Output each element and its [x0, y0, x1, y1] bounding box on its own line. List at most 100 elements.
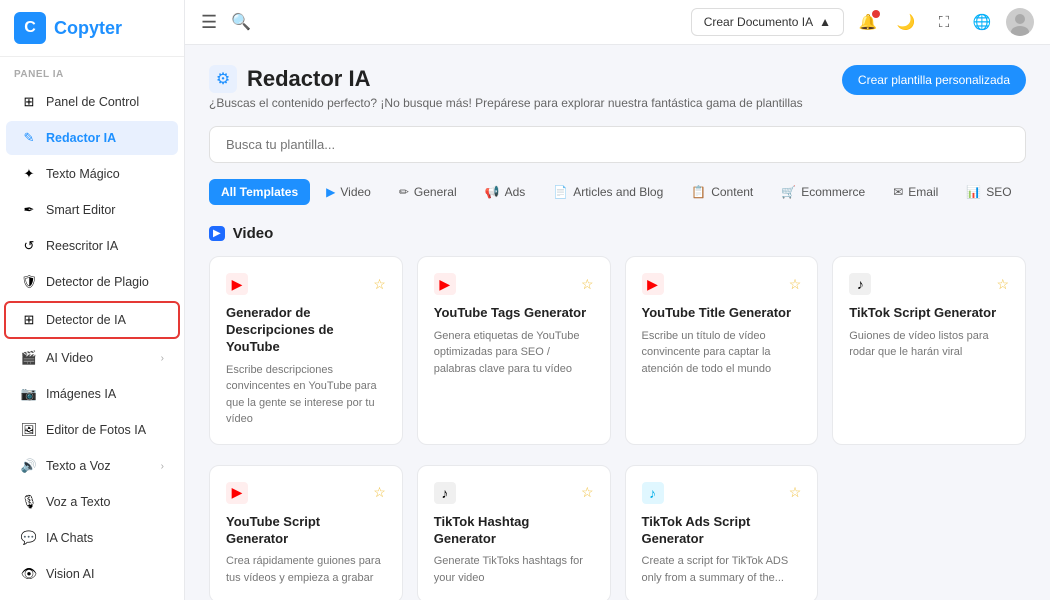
tab-label: Articles and Blog — [573, 185, 663, 199]
card-yt-script[interactable]: ▶ ☆ YouTube Script Generator Crea rápida… — [209, 465, 403, 600]
sound-icon: 🔊 — [20, 457, 38, 475]
search-icon[interactable]: 🔍 — [231, 12, 251, 32]
star-icon[interactable]: ☆ — [581, 276, 594, 293]
tiktok-ads-icon: ♪ — [642, 482, 664, 504]
chevron-right-icon: › — [161, 461, 164, 472]
create-doc-button[interactable]: Crear Documento IA ▲ — [691, 8, 844, 36]
seo-tab-icon: 📊 — [966, 185, 981, 199]
sidebar-label: Reescritor IA — [46, 239, 164, 253]
tab-ecommerce[interactable]: 🛒 Ecommerce — [769, 179, 877, 205]
content-area: ⚙ Redactor IA ¿Buscas el contenido perfe… — [185, 45, 1050, 600]
page-title: Redactor IA — [247, 66, 370, 92]
sidebar-label: Texto Mágico — [46, 167, 164, 181]
edit-icon: ✎ — [20, 129, 38, 147]
tiktok-icon: ♪ — [434, 482, 456, 504]
logo-icon: C — [14, 12, 46, 44]
sidebar-item-vision-ai[interactable]: 👁 Vision AI — [6, 557, 178, 591]
star-icon[interactable]: ☆ — [373, 276, 386, 293]
tab-articles[interactable]: 📄 Articles and Blog — [541, 179, 675, 205]
sidebar-item-texto-a-voz[interactable]: 🔊 Texto a Voz › — [6, 449, 178, 483]
tab-general[interactable]: ✏ General — [387, 179, 469, 205]
cards-row-2: ▶ ☆ YouTube Script Generator Crea rápida… — [209, 465, 1026, 600]
tab-all-templates[interactable]: All Templates — [209, 179, 310, 205]
template-search-input[interactable] — [209, 126, 1026, 163]
sidebar-item-voz-a-texto[interactable]: 🎙 Voz a Texto — [6, 485, 178, 519]
eye-icon: 👁 — [20, 565, 38, 583]
card-yt-tags[interactable]: ▶ ☆ YouTube Tags Generator Genera etique… — [417, 256, 611, 445]
sidebar-item-detector-plagio[interactable]: 🛡 Detector de Plagio — [6, 265, 178, 299]
tab-label: SEO — [986, 185, 1011, 199]
video-tab-icon: ▶ — [326, 185, 335, 199]
sidebar-item-reescritor-ia[interactable]: ↺ Reescritor IA — [6, 229, 178, 263]
create-template-button[interactable]: Crear plantilla personalizada — [842, 65, 1026, 95]
photo-icon: 🖼 — [20, 421, 38, 439]
tab-label: Ecommerce — [801, 185, 865, 199]
sidebar-item-texto-magico[interactable]: ✦ Texto Mágico — [6, 157, 178, 191]
sidebar-item-imagenes-ia[interactable]: 📷 Imágenes IA — [6, 377, 178, 411]
sidebar-label: Panel de Control — [46, 95, 164, 109]
sidebar-item-editor-fotos-ia[interactable]: 🖼 Editor de Fotos IA — [6, 413, 178, 447]
youtube-icon: ▶ — [226, 482, 248, 504]
card-yt-desc[interactable]: ▶ ☆ Generador de Descripciones de YouTub… — [209, 256, 403, 445]
shield-icon: 🛡 — [20, 273, 38, 291]
sidebar-label: Voz a Texto — [46, 495, 164, 509]
fullscreen-icon[interactable]: ⛶ — [930, 8, 958, 36]
sidebar-label: IA Chats — [46, 531, 164, 545]
card-yt-title[interactable]: ▶ ☆ YouTube Title Generator Escribe un t… — [625, 256, 819, 445]
card-title: YouTube Script Generator — [226, 514, 386, 548]
refresh-icon: ↺ — [20, 237, 38, 255]
sidebar-label: Detector de IA — [46, 313, 164, 327]
video-section-icon: ▶ — [209, 226, 225, 241]
sidebar-item-panel-control[interactable]: ⊞ Panel de Control — [6, 85, 178, 119]
card-tiktok-hashtag[interactable]: ♪ ☆ TikTok Hashtag Generator Generate Ti… — [417, 465, 611, 600]
sidebar-item-ia-chats[interactable]: 💬 IA Chats — [6, 521, 178, 555]
card-top: ▶ ☆ — [226, 482, 386, 504]
topbar-icons: 🔔 🌙 ⛶ 🌐 — [854, 8, 1034, 36]
sidebar-label: Redactor IA — [46, 131, 164, 145]
avatar[interactable] — [1006, 8, 1034, 36]
card-top: ▶ ☆ — [642, 273, 802, 295]
page-subtitle: ¿Buscas el contenido perfecto? ¡No busqu… — [209, 96, 803, 110]
article-tab-icon: 📄 — [553, 185, 568, 199]
topbar: ☰ 🔍 Crear Documento IA ▲ 🔔 🌙 ⛶ 🌐 — [185, 0, 1050, 45]
star-icon[interactable]: ☆ — [581, 484, 594, 501]
star-icon[interactable]: ☆ — [789, 484, 802, 501]
star-icon[interactable]: ☆ — [373, 484, 386, 501]
card-placeholder — [832, 465, 1026, 600]
pen-icon: ✒ — [20, 201, 38, 219]
sidebar-item-ai-video[interactable]: 🎬 AI Video › — [6, 341, 178, 375]
tab-email[interactable]: ✉ Email — [881, 179, 950, 205]
sidebar-item-redactor-ia[interactable]: ✎ Redactor IA — [6, 121, 178, 155]
card-desc: Escribe un título de vídeo convincente p… — [642, 328, 802, 378]
sidebar-label: Smart Editor — [46, 203, 164, 217]
sidebar-label: AI Video — [46, 351, 161, 365]
grid-icon: ⊞ — [20, 93, 38, 111]
card-title: YouTube Tags Generator — [434, 305, 594, 322]
notification-icon[interactable]: 🔔 — [854, 8, 882, 36]
sidebar-section-label: PANEL IA — [0, 57, 184, 84]
card-title: YouTube Title Generator — [642, 305, 802, 322]
moon-icon[interactable]: 🌙 — [892, 8, 920, 36]
tab-content[interactable]: 📋 Content — [679, 179, 765, 205]
star-icon[interactable]: ☆ — [996, 276, 1009, 293]
video-icon: 🎬 — [20, 349, 38, 367]
hamburger-icon[interactable]: ☰ — [201, 12, 217, 33]
card-top: ♪ ☆ — [849, 273, 1009, 295]
card-top: ♪ ☆ — [642, 482, 802, 504]
ads-tab-icon: 📢 — [485, 185, 500, 199]
tab-video[interactable]: ▶ Video — [314, 179, 383, 205]
tab-seo[interactable]: 📊 SEO — [954, 179, 1023, 205]
globe-icon[interactable]: 🌐 — [968, 8, 996, 36]
sidebar-item-detector-ia[interactable]: ⊞ Detector de IA — [4, 301, 180, 339]
star-icon[interactable]: ☆ — [789, 276, 802, 293]
chevron-up-icon: ▲ — [819, 15, 831, 29]
card-tiktok-script[interactable]: ♪ ☆ TikTok Script Generator Guiones de v… — [832, 256, 1026, 445]
tab-label: Video — [340, 185, 370, 199]
card-top: ▶ ☆ — [434, 273, 594, 295]
tab-ads[interactable]: 📢 Ads — [473, 179, 538, 205]
sidebar-item-smart-editor[interactable]: ✒ Smart Editor — [6, 193, 178, 227]
redactor-ia-icon: ⚙ — [209, 65, 237, 93]
tab-label: General — [414, 185, 457, 199]
ecommerce-tab-icon: 🛒 — [781, 185, 796, 199]
card-tiktok-ads[interactable]: ♪ ☆ TikTok Ads Script Generator Create a… — [625, 465, 819, 600]
